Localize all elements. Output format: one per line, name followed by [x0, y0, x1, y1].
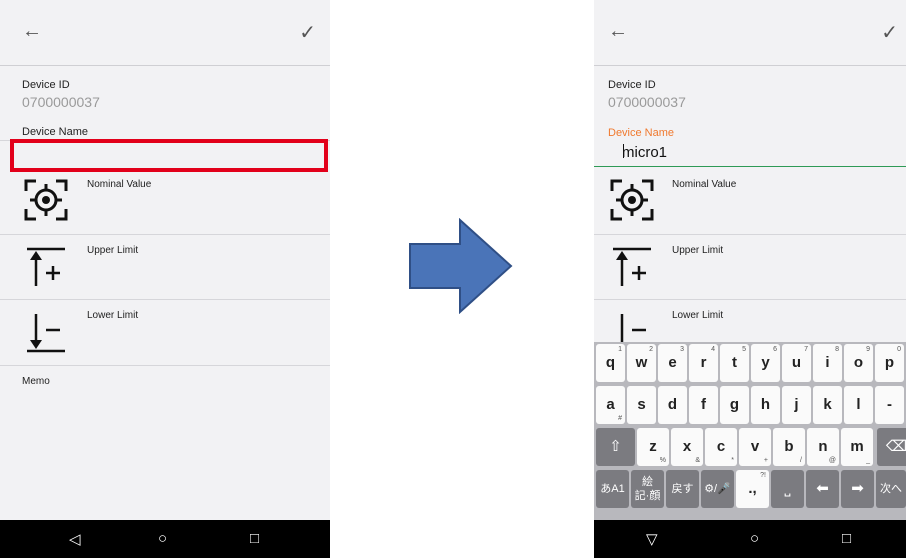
nav-home-icon[interactable]: ○: [158, 530, 167, 547]
text-caret: [623, 144, 624, 158]
key-k[interactable]: k: [813, 386, 842, 424]
phone-screen-before: ← ✓ Device ID 0700000037 Device Name Nom…: [0, 0, 330, 558]
soft-keyboard: q1w2e3r4t5y6u7i8o9p0 a # s d f g h j k l - z% x & c * v…: [594, 342, 906, 520]
divider: [0, 234, 330, 235]
key-t[interactable]: t5: [720, 344, 749, 382]
emoji-key[interactable]: 絵 記·顔: [631, 470, 664, 508]
divider: [594, 299, 906, 300]
nav-back-icon[interactable]: ◁: [69, 530, 81, 548]
lower-limit-icon: [27, 314, 65, 353]
device-name-label-focused: Device Name: [608, 127, 675, 139]
memo-label: Memo: [22, 376, 50, 387]
key-i[interactable]: i8: [813, 344, 842, 382]
shift-key[interactable]: ⇧: [596, 428, 635, 466]
back-arrow-icon[interactable]: ←: [608, 20, 628, 43]
nominal-value-label: Nominal Value: [672, 179, 737, 190]
transition-arrow-icon: [409, 218, 513, 314]
phone-screen-after: ← ✓ Device ID 0700000037 Device Name mic…: [594, 0, 906, 558]
key-o[interactable]: o9: [844, 344, 873, 382]
key-z[interactable]: z%: [637, 428, 669, 466]
target-crosshair-icon: [24, 179, 68, 221]
confirm-check-icon[interactable]: ✓: [881, 20, 898, 45]
key-g[interactable]: g: [720, 386, 749, 424]
next-key[interactable]: 次へ: [876, 470, 906, 508]
device-id-label: Device ID: [22, 79, 70, 91]
nominal-value-label: Nominal Value: [87, 179, 152, 190]
top-app-bar: ← ✓: [0, 0, 330, 66]
top-app-bar: ← ✓: [594, 0, 906, 66]
device-id-value: 0700000037: [608, 94, 686, 110]
lower-limit-label: Lower Limit: [87, 310, 139, 321]
key-x[interactable]: x &: [671, 428, 703, 466]
device-name-input[interactable]: micro1: [594, 140, 906, 167]
key-p[interactable]: p0: [875, 344, 904, 382]
key-a[interactable]: a #: [596, 386, 625, 424]
key-l[interactable]: l: [844, 386, 873, 424]
key-b[interactable]: b /: [773, 428, 805, 466]
input-mode-key[interactable]: あA1: [596, 470, 629, 508]
key-n[interactable]: n @: [807, 428, 839, 466]
divider: [594, 234, 906, 235]
cursor-right-key[interactable]: ➡: [841, 470, 874, 508]
lower-limit-icon: [620, 314, 646, 342]
system-nav-bar: ▽ ○ □: [594, 520, 906, 558]
device-name-value: micro1: [622, 144, 668, 161]
backspace-key[interactable]: ⌫: [877, 428, 906, 466]
upper-limit-icon: [613, 247, 651, 286]
key-m[interactable]: m _: [841, 428, 873, 466]
undo-key[interactable]: 戻す: [666, 470, 699, 508]
key-h[interactable]: h: [751, 386, 780, 424]
device-name-input-highlight[interactable]: [10, 139, 328, 172]
key-y[interactable]: y6: [751, 344, 780, 382]
key-f[interactable]: f: [689, 386, 718, 424]
key-v[interactable]: v +: [739, 428, 771, 466]
lower-limit-label: Lower Limit: [672, 310, 724, 321]
key-e[interactable]: e3: [658, 344, 687, 382]
punctuation-key[interactable]: .,?!: [736, 470, 769, 508]
nav-recent-apps-icon[interactable]: □: [842, 530, 851, 547]
key-d[interactable]: d: [658, 386, 687, 424]
confirm-check-icon[interactable]: ✓: [299, 20, 316, 45]
key-u[interactable]: u7: [782, 344, 811, 382]
nav-home-icon[interactable]: ○: [750, 530, 759, 547]
device-id-value: 0700000037: [22, 94, 100, 110]
target-crosshair-icon: [610, 179, 654, 221]
nav-recent-apps-icon[interactable]: □: [250, 530, 259, 547]
key-r[interactable]: r4: [689, 344, 718, 382]
device-name-label: Device Name: [22, 126, 89, 138]
system-nav-bar: ◁ ○ □: [0, 520, 330, 558]
key-s[interactable]: s: [627, 386, 656, 424]
nav-hide-keyboard-icon[interactable]: ▽: [646, 530, 658, 548]
back-arrow-icon[interactable]: ←: [22, 20, 42, 43]
key-w[interactable]: w2: [627, 344, 656, 382]
divider: [0, 365, 330, 366]
key-j[interactable]: j: [782, 386, 811, 424]
key--[interactable]: -: [875, 386, 904, 424]
key-q[interactable]: q1: [596, 344, 625, 382]
upper-limit-icon: [27, 247, 65, 286]
key-c[interactable]: c *: [705, 428, 737, 466]
device-id-label: Device ID: [608, 79, 656, 91]
settings-voice-key[interactable]: ⚙/🎤: [701, 470, 734, 508]
cursor-left-key[interactable]: ⬅: [806, 470, 839, 508]
upper-limit-label: Upper Limit: [87, 245, 139, 256]
upper-limit-label: Upper Limit: [672, 245, 724, 256]
divider: [0, 299, 330, 300]
space-key[interactable]: ⎵: [771, 470, 804, 508]
